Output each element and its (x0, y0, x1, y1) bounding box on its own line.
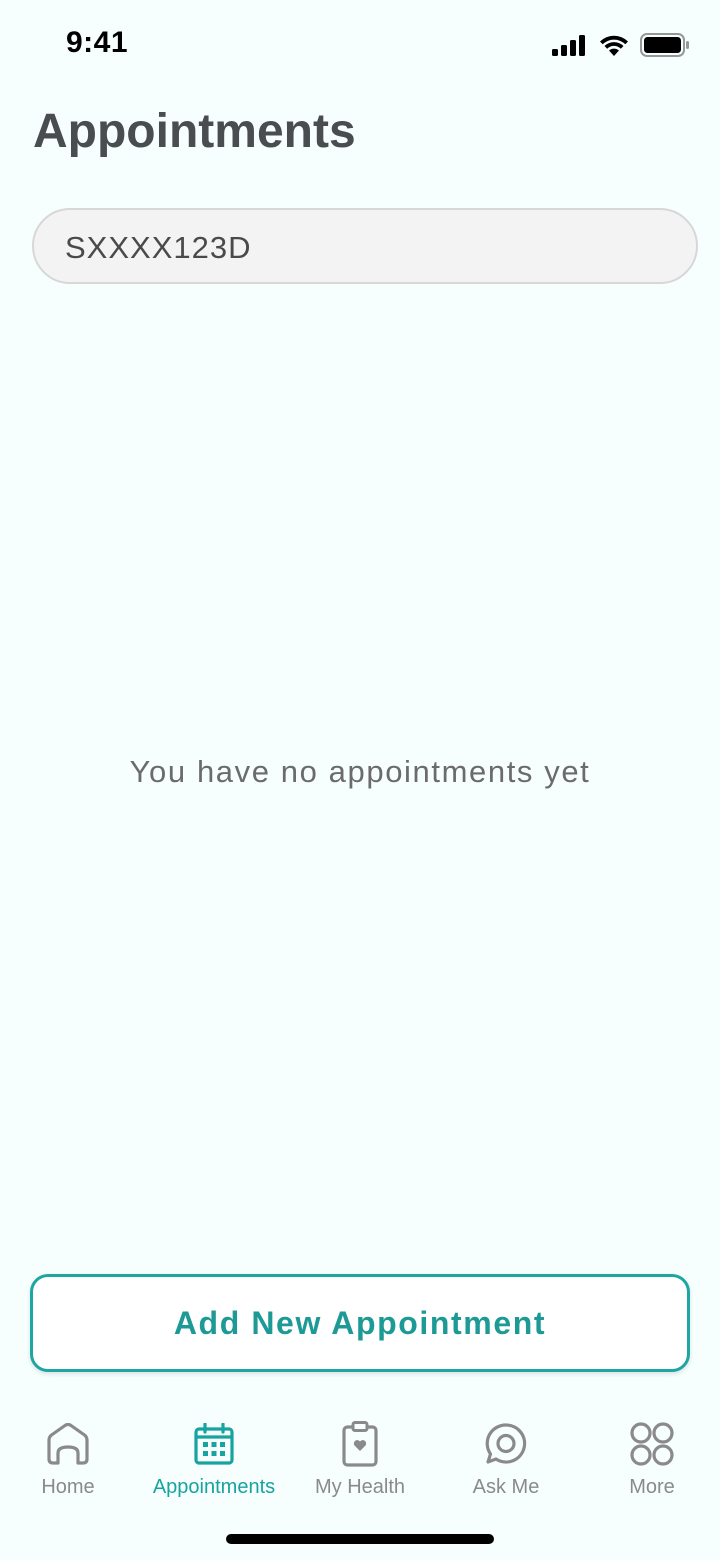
battery-icon (640, 33, 690, 62)
status-time: 9:41 (66, 26, 129, 59)
home-indicator (226, 1534, 494, 1544)
tab-label-ask-me: Ask Me (472, 1476, 540, 1498)
cellular-signal-icon (552, 34, 588, 61)
patient-id-value: SXXXX123D (65, 230, 252, 265)
appointments-screen: 9:41 Appointments SXXXX123D You have no … (0, 0, 720, 1560)
tab-label-appointments: Appointments (152, 1476, 276, 1498)
tab-label-my-health: My Health (314, 1476, 406, 1498)
status-bar: 9:41 (0, 0, 720, 92)
tab-label-more: More (629, 1476, 675, 1498)
tab-ask-me[interactable]: Ask Me (434, 1418, 578, 1508)
page-title: Appointments (33, 105, 356, 158)
status-icons (552, 33, 690, 62)
patient-id-field[interactable]: SXXXX123D (32, 208, 698, 284)
tab-appointments[interactable]: Appointments (142, 1418, 286, 1508)
home-icon (42, 1418, 94, 1470)
tab-more[interactable]: More (580, 1418, 720, 1508)
clipboard-heart-icon (334, 1418, 386, 1470)
add-new-appointment-label: Add New Appointment (173, 1304, 547, 1341)
empty-state-message: You have no appointments yet (129, 754, 591, 789)
tab-label-home: Home (41, 1476, 95, 1498)
add-new-appointment-button[interactable]: Add New Appointment (30, 1274, 690, 1372)
chat-icon (480, 1418, 532, 1470)
tab-my-health[interactable]: My Health (288, 1418, 432, 1508)
calendar-icon (188, 1418, 240, 1470)
wifi-icon (598, 33, 630, 62)
tab-home[interactable]: Home (0, 1418, 140, 1508)
grid-icon (626, 1418, 678, 1470)
